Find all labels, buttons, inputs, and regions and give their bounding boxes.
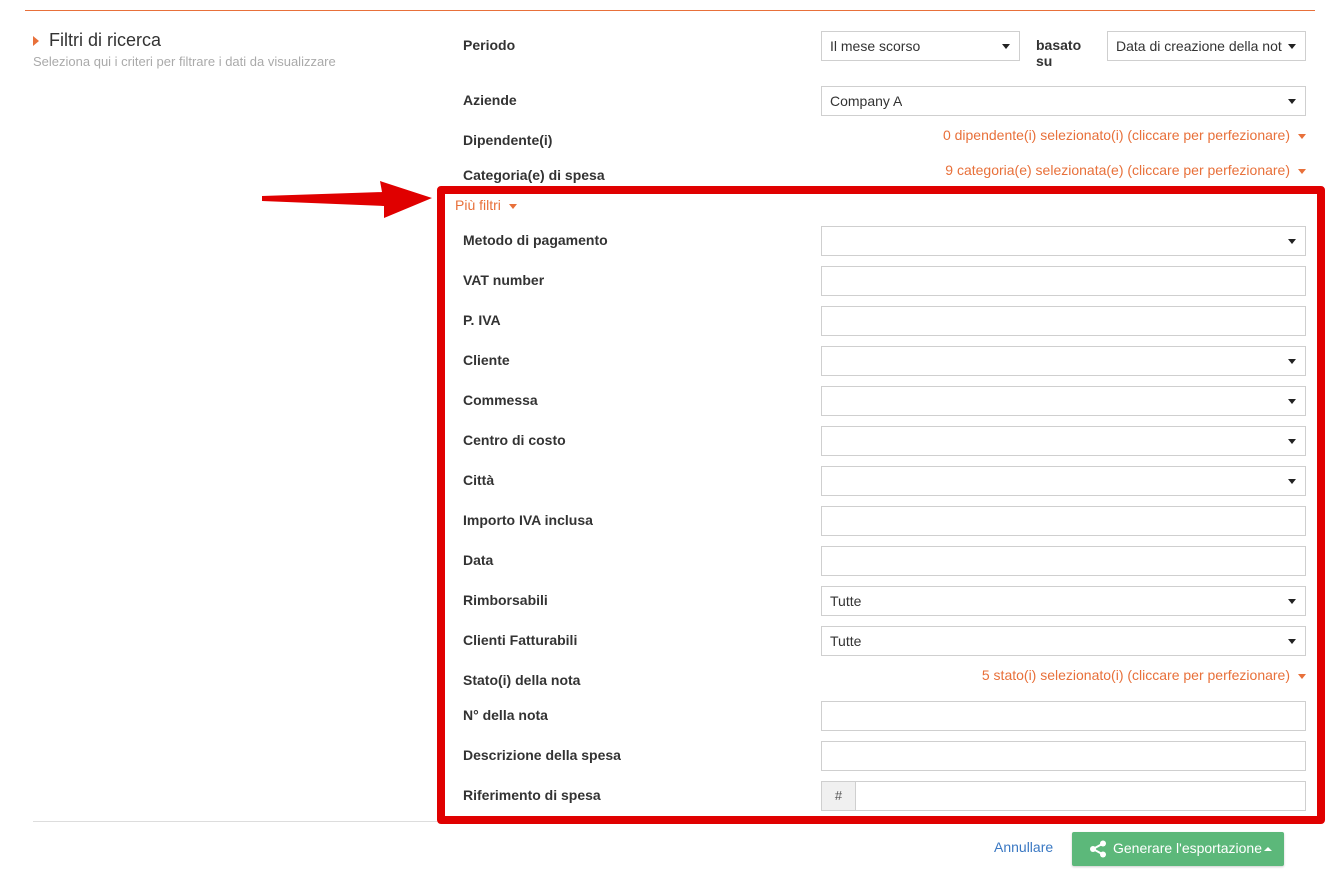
n-nota-label: N° della nota <box>463 707 548 723</box>
cliente-label: Cliente <box>463 352 510 368</box>
top-divider <box>25 10 1315 11</box>
section-subtitle: Seleziona qui i criteri per filtrare i d… <box>33 54 336 69</box>
metodo-pagamento-label: Metodo di pagamento <box>463 232 608 248</box>
chevron-down-icon <box>1288 99 1296 104</box>
export-button[interactable]: Generare l'esportazione <box>1072 832 1284 866</box>
clienti-fatturabili-value: Tutte <box>830 633 862 649</box>
categorie-selector-link[interactable]: 9 categoria(e) selezionata(e) (cliccare … <box>945 162 1306 178</box>
data-label: Data <box>463 552 494 568</box>
commessa-select[interactable] <box>821 386 1306 416</box>
centro-costo-select[interactable] <box>821 426 1306 456</box>
caret-up-icon <box>1264 847 1272 851</box>
importo-label: Importo IVA inclusa <box>463 512 593 528</box>
p-iva-input[interactable] <box>821 306 1306 336</box>
data-input[interactable] <box>821 546 1306 576</box>
hash-addon: # <box>822 782 856 810</box>
bottom-divider <box>33 821 437 822</box>
n-nota-input[interactable] <box>821 701 1306 731</box>
riferimento-label: Riferimento di spesa <box>463 787 601 803</box>
caret-down-icon <box>508 203 517 209</box>
basato-su-label: basato su <box>1036 37 1082 69</box>
chevron-down-icon <box>1288 439 1296 444</box>
clienti-fatturabili-select[interactable]: Tutte <box>821 626 1306 656</box>
aziende-select[interactable]: Company A <box>821 86 1306 116</box>
rimborsabili-label: Rimborsabili <box>463 592 548 608</box>
categorie-label: Categoria(e) di spesa <box>463 167 605 183</box>
chevron-down-icon <box>1288 239 1296 244</box>
periodo-value: Il mese scorso <box>830 38 921 54</box>
caret-down-icon <box>1298 673 1306 679</box>
commessa-label: Commessa <box>463 392 538 408</box>
rimborsabili-select[interactable]: Tutte <box>821 586 1306 616</box>
centro-costo-label: Centro di costo <box>463 432 566 448</box>
aziende-value: Company A <box>830 93 903 109</box>
export-button-label: Generare l'esportazione <box>1113 840 1262 856</box>
chevron-down-icon <box>1002 44 1010 49</box>
stati-selector-link[interactable]: 5 stato(i) selezionato(i) (cliccare per … <box>982 667 1306 683</box>
citta-label: Città <box>463 472 495 488</box>
p-iva-label: P. IVA <box>463 312 501 328</box>
stati-label: Stato(i) della nota <box>463 672 581 688</box>
more-filters-toggle[interactable]: Più filtri <box>455 197 517 213</box>
cancel-link[interactable]: Annullare <box>994 839 1053 855</box>
periodo-label: Periodo <box>463 37 516 53</box>
caret-down-icon <box>1298 168 1306 174</box>
basato-su-value: Data di creazione della not <box>1116 38 1282 54</box>
chevron-down-icon <box>1288 359 1296 364</box>
red-arrow-icon <box>262 181 432 218</box>
metodo-pagamento-select[interactable] <box>821 226 1306 256</box>
caret-right-icon <box>33 36 39 46</box>
vat-number-label: VAT number <box>463 272 545 288</box>
citta-select[interactable] <box>821 466 1306 496</box>
dipendenti-label: Dipendente(i) <box>463 132 553 148</box>
cliente-select[interactable] <box>821 346 1306 376</box>
basato-su-select[interactable]: Data di creazione della not <box>1107 31 1306 61</box>
aziende-label: Aziende <box>463 92 517 108</box>
vat-number-input[interactable] <box>821 266 1306 296</box>
chevron-down-icon <box>1288 479 1296 484</box>
chevron-down-icon <box>1288 399 1296 404</box>
chevron-down-icon <box>1288 44 1296 49</box>
chevron-down-icon <box>1288 599 1296 604</box>
chevron-down-icon <box>1288 639 1296 644</box>
descrizione-input[interactable] <box>821 741 1306 771</box>
dipendenti-selector-link[interactable]: 0 dipendente(i) selezionato(i) (cliccare… <box>943 127 1306 143</box>
rimborsabili-value: Tutte <box>830 593 862 609</box>
periodo-select[interactable]: Il mese scorso <box>821 31 1020 61</box>
importo-input[interactable] <box>821 506 1306 536</box>
caret-down-icon <box>1298 133 1306 139</box>
riferimento-input-group[interactable]: # <box>821 781 1306 811</box>
section-title: Filtri di ricerca <box>49 30 162 50</box>
share-icon <box>1090 840 1106 858</box>
descrizione-label: Descrizione della spesa <box>463 747 621 763</box>
clienti-fatturabili-label: Clienti Fatturabili <box>463 632 578 648</box>
